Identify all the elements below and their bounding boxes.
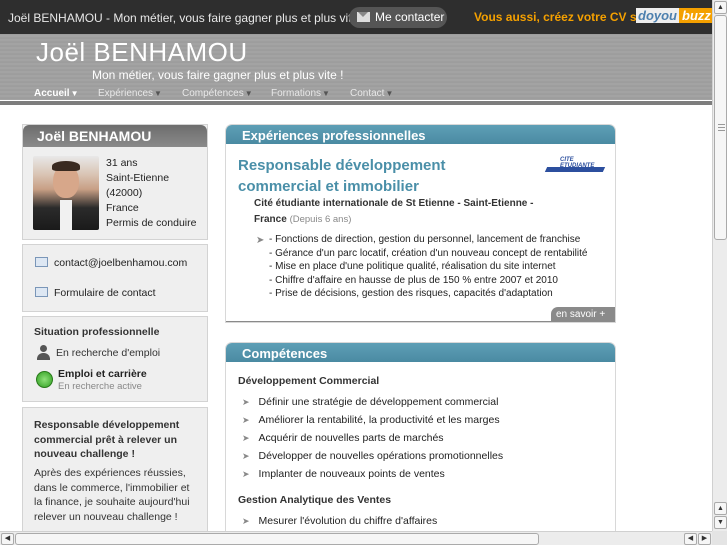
arrow-bullet-icon: ➤ [242, 516, 250, 526]
arrow-bullet-icon: ➤ [242, 469, 250, 479]
scroll-up-icon[interactable]: ▲ [714, 502, 727, 515]
duty-item: - Mise en place d'une politique qualité,… [269, 261, 556, 272]
scroll-up-icon[interactable]: ▲ [714, 1, 727, 14]
profile-city: Saint-Etienne [106, 172, 170, 184]
duty-item: - Gérance d'un parc locatif, création d'… [269, 247, 588, 259]
nav-competences[interactable]: Compétences▼ [182, 88, 253, 99]
nav-experiences[interactable]: Expériences▼ [98, 88, 162, 99]
job-search-badge-icon [36, 371, 53, 388]
doyoubuzz-logo[interactable]: doyou buzz [636, 8, 714, 24]
skill-item: ➤ Implanter de nouveaux points de ventes [242, 468, 445, 480]
profile-age: 31 ans [106, 157, 138, 169]
chevron-down-icon: ▼ [70, 89, 79, 98]
profile-license: Permis de conduire [106, 217, 197, 229]
top-bar-title: Joël BENHAMOU - Mon métier, vous faire g… [8, 11, 365, 25]
competences-title[interactable]: Compétences [226, 343, 615, 362]
profile-photo [33, 156, 99, 230]
promo-link[interactable]: Vous aussi, créez votre CV sur [474, 10, 649, 24]
profile-postcode: (42000) [106, 187, 143, 199]
skill-item: ➤ Développer de nouvelles opérations prom… [242, 450, 504, 462]
company-logo: CITE ETUDIANTE [544, 155, 606, 177]
situation-status: En recherche d'emploi [36, 345, 160, 360]
experiences-panel: Expériences professionnelles Responsable… [225, 124, 616, 323]
scroll-right-icon[interactable]: ▶ [698, 533, 711, 545]
skill-item: ➤ Définir une stratégie de développement … [242, 396, 499, 408]
scroll-corner [712, 531, 727, 545]
skill-item: ➤ Améliorer la rentabilité, la productivi… [242, 414, 500, 426]
profile-title: Joël BENHAMOU [23, 125, 207, 147]
pitch-text: Après des expériences réussies, dans le … [34, 467, 190, 523]
experiences-title[interactable]: Expériences professionnelles [226, 125, 615, 144]
envelope-icon [357, 12, 370, 22]
profile-info: 31 ans Saint-Etienne (42000) France Perm… [106, 156, 196, 231]
horizontal-scrollbar[interactable]: ◀ ◀ ▶ [0, 531, 712, 545]
vertical-scrollbar[interactable]: ▲ ▲ ▼ [712, 0, 727, 531]
job-title[interactable]: Responsable développement commercial et … [238, 155, 468, 197]
mail-icon [35, 257, 48, 267]
contact-card: contact@joelbenhamou.com Formulaire de c… [22, 244, 208, 312]
header-tagline: Mon métier, vous faire gagner plus et pl… [92, 68, 344, 82]
nav-formations[interactable]: Formations▼ [271, 88, 330, 99]
competences-panel: Compétences Développement Commercial ➤ Dé… [225, 342, 616, 545]
duty-item: - Fonctions de direction, gestion du per… [269, 234, 581, 245]
situation-title: Situation professionnelle [34, 326, 160, 338]
duty-item: - Chiffre d'affaire en hausse de plus de… [269, 274, 558, 286]
person-icon [36, 345, 51, 360]
header-name: Joël BENHAMOU [36, 37, 248, 67]
skill-section-title: Gestion Analytique des Ventes [238, 494, 392, 506]
skill-item: ➤ Acquérir de nouvelles parts de marchés [242, 432, 444, 444]
nav-divider [0, 101, 712, 105]
job-duration: (Depuis 6 ans) [289, 214, 352, 225]
arrow-bullet-icon: ➤ [242, 451, 250, 461]
contact-me-button[interactable]: Me contacter [349, 7, 447, 28]
profile-card: Joël BENHAMOU 31 ans Saint-Etienne (4200… [22, 124, 208, 240]
scroll-down-icon[interactable]: ▼ [714, 516, 727, 529]
situation-card: Situation professionnelle En recherche d… [22, 316, 208, 402]
profile-country: France [106, 202, 139, 214]
vertical-scroll-thumb[interactable] [714, 15, 727, 240]
duty-item: - Prise de décisions, gestion des risque… [269, 288, 553, 299]
form-icon [35, 287, 48, 297]
horizontal-scroll-thumb[interactable] [15, 533, 539, 545]
pitch-card: Responsable développement commercial prê… [22, 407, 208, 537]
pitch-headline: Responsable développement commercial prê… [34, 419, 180, 460]
skill-section-title: Développement Commercial [238, 375, 380, 387]
chevron-down-icon: ▼ [322, 89, 330, 98]
arrow-bullet-icon: ➤ [242, 415, 250, 425]
arrow-bullet-icon: ➤ [242, 433, 250, 443]
main-nav: Accueil▼ Expériences▼ Compétences▼ Forma… [0, 86, 712, 102]
chevron-down-icon: ▼ [244, 89, 253, 98]
nav-accueil[interactable]: Accueil▼ [34, 88, 79, 99]
arrow-bullet-icon: ➤ [242, 397, 250, 407]
badge-subtitle: En recherche active [58, 381, 142, 392]
scroll-left-icon[interactable]: ◀ [1, 533, 14, 545]
contact-me-label: Me contacter [375, 10, 445, 24]
scroll-left-icon[interactable]: ◀ [684, 533, 697, 545]
nav-contact[interactable]: Contact▼ [350, 88, 393, 99]
email-link[interactable]: contact@joelbenhamou.com [35, 257, 187, 269]
job-duties: - Fonctions de direction, gestion du per… [269, 233, 614, 301]
top-bar: Joël BENHAMOU - Mon métier, vous faire g… [0, 0, 714, 34]
badge-title[interactable]: Emploi et carrière [58, 368, 147, 380]
more-button[interactable]: en savoir + [551, 307, 615, 322]
contact-form-link[interactable]: Formulaire de contact [35, 287, 156, 299]
company-name: Cité étudiante internationale de St Etie… [254, 198, 534, 225]
chevron-down-icon: ▼ [154, 89, 162, 98]
chevron-down-icon: ▼ [385, 89, 394, 98]
skill-item: ➤ Mesurer l'évolution du chiffre d'affair… [242, 515, 438, 527]
